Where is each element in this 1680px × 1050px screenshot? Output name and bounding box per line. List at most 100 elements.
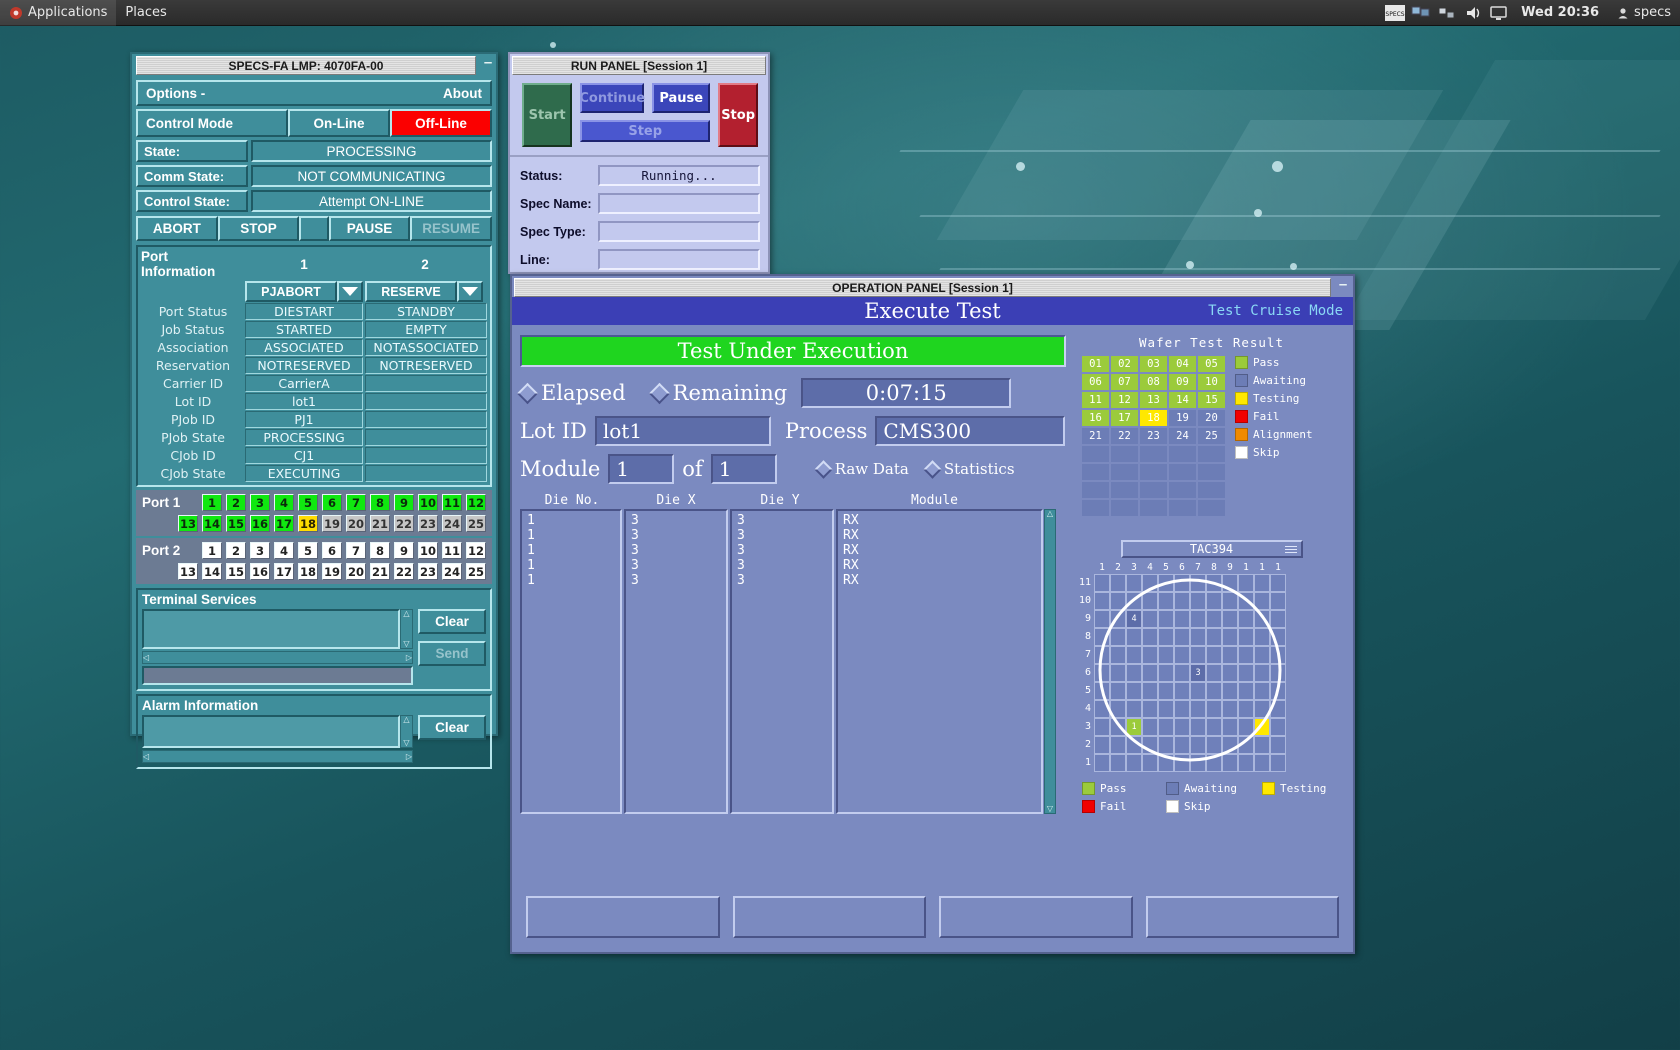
wafer-map-cell[interactable] <box>1126 700 1142 718</box>
module-column[interactable]: RXRXRXRXRX <box>836 509 1043 814</box>
wafer-map-cell[interactable] <box>1142 754 1158 772</box>
wafer-map-cell[interactable] <box>1254 574 1270 592</box>
wafer-result-cell[interactable] <box>1169 464 1196 480</box>
wafer-slot[interactable]: 2 <box>226 542 246 559</box>
wafer-map-cell[interactable] <box>1110 592 1126 610</box>
port2-command-select[interactable]: RESERVE <box>365 281 457 302</box>
wafer-map-cell[interactable] <box>1190 574 1206 592</box>
wafer-result-cell[interactable] <box>1111 482 1138 498</box>
wafer-result-cell[interactable]: 06 <box>1082 374 1109 390</box>
wafer-slot[interactable]: 8 <box>370 494 390 511</box>
wafer-map-cell[interactable] <box>1158 718 1174 736</box>
wafer-map-cell[interactable] <box>1174 628 1190 646</box>
wafer-result-cell[interactable] <box>1198 500 1225 516</box>
wafer-result-cell[interactable] <box>1169 500 1196 516</box>
wafer-map-cell[interactable] <box>1174 754 1190 772</box>
triangle-down-icon[interactable]: ▽ <box>403 739 409 747</box>
wafer-slot[interactable]: 19 <box>322 563 342 580</box>
elapsed-radio[interactable] <box>517 382 538 403</box>
wafer-map-cell[interactable] <box>1094 610 1110 628</box>
operation-bottom-button[interactable] <box>1146 896 1340 938</box>
wafer-map-cell[interactable] <box>1254 754 1270 772</box>
wafer-map-cell[interactable] <box>1270 646 1286 664</box>
wafer-map-cell[interactable] <box>1142 700 1158 718</box>
port1-command-select[interactable]: PJABORT <box>245 281 337 302</box>
wafer-result-cell[interactable] <box>1140 464 1167 480</box>
terminal-log-vscrollbar[interactable]: △ ▽ <box>400 609 413 649</box>
minimize-icon[interactable]: – <box>1334 280 1352 297</box>
wafer-map-cell[interactable] <box>1110 718 1126 736</box>
triangle-up-icon[interactable]: △ <box>403 610 409 618</box>
wafer-result-cell[interactable]: 22 <box>1111 428 1138 444</box>
wafer-map-cell[interactable] <box>1094 628 1110 646</box>
wafer-map-cell[interactable] <box>1270 610 1286 628</box>
wafer-slot[interactable]: 11 <box>442 542 462 559</box>
wafer-slot[interactable]: 14 <box>202 563 222 580</box>
wafer-result-cell[interactable]: 10 <box>1198 374 1225 390</box>
wafer-result-cell[interactable] <box>1140 446 1167 462</box>
run-panel-field-value[interactable] <box>598 249 760 270</box>
wafer-map-cell[interactable] <box>1158 646 1174 664</box>
wafer-map-cell[interactable] <box>1110 646 1126 664</box>
wafer-map-cell[interactable] <box>1206 610 1222 628</box>
wafer-map-cell[interactable] <box>1222 718 1238 736</box>
wafer-result-cell[interactable]: 05 <box>1198 356 1225 372</box>
operation-panel-titlebar[interactable]: OPERATION PANEL [Session 1] – <box>514 278 1331 297</box>
wafer-map-cell[interactable] <box>1270 664 1286 682</box>
options-menu[interactable]: Options - <box>146 86 205 101</box>
wafer-map-cell[interactable]: 1 <box>1126 718 1142 736</box>
alarm-log-hscrollbar[interactable]: ◁ ▷ <box>142 750 413 763</box>
wafer-map-cell[interactable] <box>1158 574 1174 592</box>
alarm-log-vscrollbar[interactable]: △ ▽ <box>400 715 413 748</box>
lot-id-input[interactable]: lot1 <box>595 416 771 446</box>
wafer-slot[interactable]: 10 <box>418 542 438 559</box>
wafer-map-cell[interactable] <box>1126 646 1142 664</box>
wafer-slot[interactable]: 19 <box>322 515 342 532</box>
wafer-slot[interactable]: 21 <box>370 515 390 532</box>
run-panel-field-value[interactable] <box>598 221 760 242</box>
wafer-slot[interactable]: 9 <box>394 542 414 559</box>
port2-command-dropdown-arrow[interactable] <box>457 281 483 302</box>
terminal-clear-button[interactable]: Clear <box>418 609 486 634</box>
wafer-result-cell[interactable]: 02 <box>1111 356 1138 372</box>
triangle-left-icon[interactable]: ◁ <box>143 654 149 662</box>
wafer-result-cell[interactable] <box>1082 482 1109 498</box>
wafer-map-cell[interactable] <box>1174 592 1190 610</box>
wafer-map-cell[interactable] <box>1222 574 1238 592</box>
wafer-result-cell[interactable]: 08 <box>1140 374 1167 390</box>
wafer-slot[interactable]: 17 <box>274 515 294 532</box>
wafer-slot[interactable]: 8 <box>370 542 390 559</box>
wafer-result-cell[interactable] <box>1082 464 1109 480</box>
wafer-map-cell[interactable] <box>1158 736 1174 754</box>
wafer-map-cell[interactable] <box>1270 736 1286 754</box>
wafer-slot[interactable]: 3 <box>250 494 270 511</box>
wafer-map-cell[interactable] <box>1222 664 1238 682</box>
control-mode-online-button[interactable]: On-Line <box>288 109 390 137</box>
wafer-map-cell[interactable] <box>1190 610 1206 628</box>
wafer-map-cell[interactable] <box>1206 592 1222 610</box>
wafer-slot[interactable]: 18 <box>298 515 318 532</box>
wafer-map-cell[interactable] <box>1206 754 1222 772</box>
wafer-slot[interactable]: 5 <box>298 494 318 511</box>
die-x-column[interactable]: 33333 <box>624 509 728 814</box>
wafer-slot[interactable]: 6 <box>322 542 342 559</box>
die-y-column[interactable]: 33333 <box>730 509 834 814</box>
wafer-map-cell[interactable] <box>1206 646 1222 664</box>
lmp-titlebar[interactable]: SPECS-FA LMP: 4070FA-00 – <box>136 56 476 75</box>
wafer-map-cell[interactable] <box>1094 574 1110 592</box>
wafer-map-cell[interactable] <box>1190 700 1206 718</box>
wafer-map-cell[interactable] <box>1190 646 1206 664</box>
wafer-map-cell[interactable] <box>1094 700 1110 718</box>
wafer-map-cell[interactable] <box>1270 682 1286 700</box>
wafer-result-cell[interactable] <box>1140 482 1167 498</box>
wafer-map-cell[interactable] <box>1094 682 1110 700</box>
wafer-result-cell[interactable]: 14 <box>1169 392 1196 408</box>
wafer-map-cell[interactable] <box>1222 700 1238 718</box>
stop-button[interactable]: STOP <box>218 216 300 241</box>
wafer-result-cell[interactable]: 04 <box>1169 356 1196 372</box>
wafer-slot[interactable]: 4 <box>274 494 294 511</box>
stop-button[interactable]: Stop <box>718 83 758 147</box>
wafer-map-cell[interactable] <box>1174 646 1190 664</box>
wafer-map-cell[interactable] <box>1254 700 1270 718</box>
wafer-map-cell[interactable] <box>1254 718 1270 736</box>
